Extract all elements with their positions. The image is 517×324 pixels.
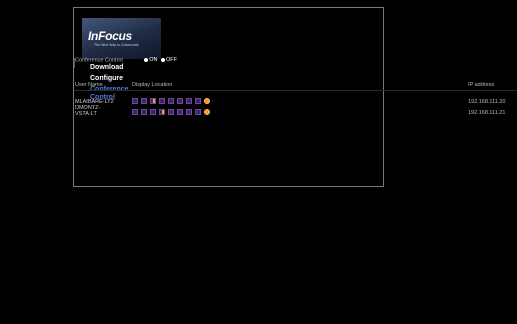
quadrant-1-icon[interactable] [141, 109, 147, 115]
off-radio-button[interactable] [161, 57, 166, 62]
quadrant-4-icon[interactable] [168, 98, 174, 104]
table-row-ip: 192.168.111.20 [468, 99, 506, 105]
quadrant-3-icon[interactable] [159, 98, 165, 104]
pc-icon[interactable] [204, 109, 210, 115]
split-left-icon[interactable] [177, 109, 183, 115]
split-right-icon[interactable] [186, 98, 192, 104]
fullscreen-icon[interactable] [132, 98, 138, 104]
table-row-name-line: VSTA-LT [75, 111, 97, 117]
sidebar-item-download[interactable]: Download [90, 64, 150, 72]
off-radio-label[interactable]: OFF [166, 57, 177, 63]
on-radio-label[interactable]: ON [149, 57, 157, 63]
column-header-ip-address: IP address [468, 82, 495, 88]
window-icon[interactable] [195, 109, 201, 115]
logo-tagline: The Next Way to Collaborate [94, 43, 139, 47]
quadrant-2-icon[interactable] [150, 98, 156, 104]
quadrant-4-icon[interactable] [168, 109, 174, 115]
split-right-icon[interactable] [186, 109, 192, 115]
infocus-logo: InFocus The Next Way to Collaborate [82, 18, 161, 59]
header-divider [74, 90, 517, 91]
pc-icon[interactable] [204, 98, 210, 104]
on-radio-button[interactable] [144, 57, 149, 62]
conference-control-label: Conference Control [75, 57, 123, 64]
table-row-ip: 192.168.111.21 [468, 110, 506, 116]
quadrant-3-icon[interactable] [159, 109, 165, 115]
logo-wordmark: InFocus [88, 29, 132, 43]
column-header-display-location: Display Location [132, 82, 173, 88]
window-icon[interactable] [195, 98, 201, 104]
column-header-user-name: User Name [75, 82, 103, 88]
quadrant-2-icon[interactable] [150, 109, 156, 115]
split-left-icon[interactable] [177, 98, 183, 104]
quadrant-1-icon[interactable] [141, 98, 147, 104]
main-panel: InFocus The Next Way to Collaborate Down… [73, 7, 384, 187]
fullscreen-icon[interactable] [132, 109, 138, 115]
conference-control-row: Conference Control ON OFF [75, 57, 177, 63]
